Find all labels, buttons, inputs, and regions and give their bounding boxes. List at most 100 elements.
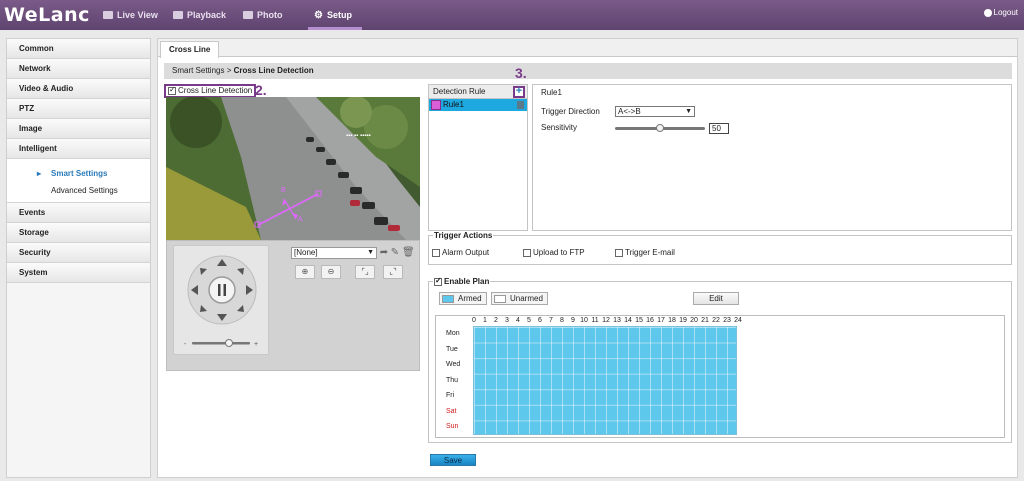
edit-preset-icon[interactable]: ✎ — [390, 247, 400, 259]
video-preview[interactable]: ▪▪▪ ▪▪ ▪▪▪▪▪ B A — [166, 97, 420, 240]
preset-select[interactable]: [None] ▼ — [291, 247, 377, 259]
schedule-grid[interactable] — [473, 326, 737, 435]
focus-far-icon: ⌞⌝ — [389, 267, 397, 276]
logout-button[interactable]: Logout — [983, 8, 1018, 17]
cross-line-detection-checkbox[interactable] — [168, 85, 176, 95]
zoom-out-button[interactable]: ⊖ — [321, 265, 341, 279]
nav-playback-label: Playback — [187, 10, 227, 20]
upload-ftp-checkbox[interactable] — [523, 248, 531, 257]
enable-plan-checkbox[interactable] — [434, 276, 442, 286]
trigger-actions-section: Trigger Actions Alarm Output Upload to F… — [428, 231, 1012, 265]
trash-icon[interactable] — [517, 101, 524, 109]
detection-rule-title: Detection Rule — [433, 87, 486, 96]
menu-image[interactable]: Image — [7, 119, 150, 139]
menu-system[interactable]: System — [7, 263, 150, 283]
image-icon — [243, 11, 253, 19]
upload-ftp-option[interactable]: Upload to FTP — [523, 248, 585, 257]
ptz-joystick-box: - + — [173, 245, 269, 355]
nav-live-view[interactable]: Live View — [103, 0, 158, 30]
direction-label-b: B — [281, 187, 286, 194]
speed-minus-icon: - — [184, 341, 187, 348]
nav-setup[interactable]: ⚙ Setup — [308, 0, 362, 30]
annotation-step-3: 3. — [515, 65, 527, 81]
day-label: Wed — [446, 361, 461, 369]
plus-icon: + — [515, 85, 523, 97]
power-icon — [983, 8, 992, 17]
sensitivity-value-input[interactable]: 50 — [709, 123, 729, 134]
armed-button[interactable]: Armed — [439, 292, 487, 305]
gear-icon: ⚙ — [314, 9, 323, 21]
detection-rule-header: Detection Rule + — [429, 85, 527, 99]
menu-network[interactable]: Network — [7, 59, 150, 79]
alarm-output-checkbox[interactable] — [432, 248, 440, 257]
trigger-direction-select[interactable]: A<->B ▼ — [615, 106, 695, 117]
save-button[interactable]: Save — [430, 454, 476, 466]
nav-live-view-label: Live View — [117, 10, 158, 20]
upload-ftp-label: Upload to FTP — [533, 248, 585, 257]
zoom-out-icon: ⊖ — [327, 267, 335, 276]
menu-common[interactable]: Common — [7, 39, 150, 59]
menu-advanced-settings[interactable]: Advanced Settings — [7, 182, 150, 199]
film-icon — [173, 11, 183, 19]
chevron-down-icon: ▼ — [685, 108, 692, 115]
menu-ptz[interactable]: PTZ — [7, 99, 150, 119]
intelligent-submenu: Smart Settings Advanced Settings — [7, 159, 150, 203]
day-label: Thu — [446, 376, 459, 384]
rule-name: Rule1 — [443, 100, 464, 109]
tab-cross-line[interactable]: Cross Line — [160, 41, 220, 58]
nav-photo[interactable]: Photo — [243, 0, 283, 30]
preset-select-value: [None] — [294, 248, 318, 257]
goto-preset-icon[interactable]: ➦ — [379, 247, 389, 259]
camera-osd-text: ▪▪▪ ▪▪ ▪▪▪▪▪ — [346, 133, 371, 139]
add-rule-button[interactable]: + — [513, 86, 525, 98]
plan-section: Enable Plan Armed Unarmed Edit 012345678… — [428, 276, 1012, 443]
rule-list-item[interactable]: Rule1 — [429, 99, 527, 111]
focus-far-button[interactable]: ⌞⌝ — [383, 265, 403, 279]
unarmed-button[interactable]: Unarmed — [491, 292, 548, 305]
enable-plan-label: Enable Plan — [444, 277, 490, 286]
trigger-email-checkbox[interactable] — [615, 248, 623, 257]
trigger-direction-value: A<->B — [618, 107, 641, 116]
focus-near-icon: ⌜⌟ — [361, 267, 369, 276]
speed-plus-icon: + — [254, 341, 258, 348]
alarm-output-option[interactable]: Alarm Output — [432, 248, 489, 257]
top-bar: WeLanc Live View Playback Photo ⚙ Setup … — [0, 0, 1024, 30]
day-label: Tue — [446, 345, 458, 353]
cross-line-detection-label: Cross Line Detection — [178, 86, 253, 95]
armed-label: Armed — [458, 294, 482, 303]
trigger-email-label: Trigger E-mail — [625, 248, 675, 257]
ptz-joystick[interactable]: - + — [174, 246, 270, 356]
menu-smart-settings[interactable]: Smart Settings — [7, 165, 150, 182]
edit-plan-button[interactable]: Edit — [693, 292, 739, 305]
menu-security[interactable]: Security — [7, 243, 150, 263]
enable-plan-toggle[interactable]: Enable Plan — [433, 276, 491, 286]
cross-line-detection-toggle[interactable]: Cross Line Detection — [164, 84, 257, 98]
breadcrumb-separator: > — [226, 66, 232, 75]
focus-near-button[interactable]: ⌜⌟ — [355, 265, 375, 279]
sensitivity-label: Sensitivity — [541, 123, 578, 132]
nav-setup-label: Setup — [326, 10, 352, 20]
detection-rule-panel: Detection Rule + Rule1 — [428, 84, 528, 231]
trigger-email-option[interactable]: Trigger E-mail — [615, 248, 675, 257]
zoom-in-button[interactable]: ⊕ — [295, 265, 315, 279]
breadcrumb-parent[interactable]: Smart Settings — [172, 66, 224, 75]
breadcrumb: Smart Settings > Cross Line Detection — [164, 63, 1012, 79]
nav-photo-label: Photo — [257, 10, 283, 20]
main-panel: Cross Line Smart Settings > Cross Line D… — [157, 38, 1018, 478]
menu-storage[interactable]: Storage — [7, 223, 150, 243]
menu-intelligent[interactable]: Intelligent — [7, 139, 150, 159]
day-label: Sat — [446, 407, 457, 415]
sensitivity-slider-handle[interactable] — [656, 124, 664, 132]
menu-video-audio[interactable]: Video & Audio — [7, 79, 150, 99]
direction-label-a: A — [298, 216, 303, 223]
armed-swatch — [442, 294, 454, 303]
left-menu: Common Network Video & Audio PTZ Image I… — [6, 38, 151, 478]
schedule-grid-box: 0 1 2 3 4 5 6 7 8 9 10 11 12 13 14 15 16 17 18 19 20 21 22 23 24… — [435, 315, 1005, 438]
hour-label: 24 — [734, 317, 742, 324]
menu-events[interactable]: Events — [7, 203, 150, 223]
annotation-step-2: 2. — [255, 82, 267, 98]
rule-detail-title: Rule1 — [541, 88, 562, 97]
nav-playback[interactable]: Playback — [173, 0, 226, 30]
rule-color-swatch[interactable] — [431, 100, 441, 110]
delete-preset-icon[interactable]: 🗑 — [402, 247, 415, 259]
